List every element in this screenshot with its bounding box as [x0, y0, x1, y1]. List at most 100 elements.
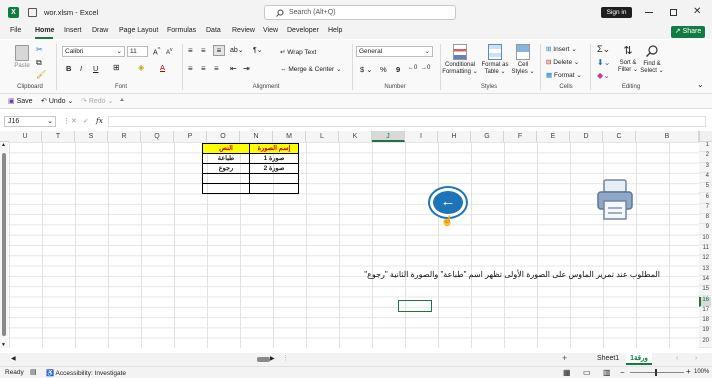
tab-waraqa1[interactable]: ورقة1	[626, 353, 652, 365]
font-name-select[interactable]: Calibri ⌄	[62, 46, 125, 57]
column-header-m[interactable]: M	[273, 131, 306, 142]
row-header-19[interactable]: 19	[699, 327, 711, 338]
tab-split-handle[interactable]: ⋮	[282, 354, 289, 362]
zoom-level[interactable]: 100%	[694, 369, 709, 375]
zoom-out-icon[interactable]: −	[620, 368, 625, 377]
instruction-text[interactable]: المطلوب عند تمرير الماوس على الصورة الأو…	[350, 270, 660, 279]
row-header-4[interactable]: 4	[699, 172, 711, 184]
worksheet-grid[interactable]: UTSRQPONMLKJIHGFEDCB 1 2 3 4 5 6 7 8 9 10 11 12 13 14…	[0, 131, 712, 353]
comma-button[interactable]: 9	[396, 65, 400, 74]
cell-styles-button[interactable]: Cell Styles ⌄	[511, 44, 535, 75]
vertical-scroll-thumb[interactable]	[2, 153, 6, 336]
menu-formulas[interactable]: Formulas	[167, 27, 196, 34]
column-header-j[interactable]: J	[372, 131, 405, 142]
row-header-1[interactable]: 1	[699, 142, 711, 153]
column-header-t[interactable]: T	[42, 131, 75, 142]
currency-button[interactable]: $ ⌄	[360, 65, 373, 74]
table-cell-empty-3[interactable]	[202, 183, 250, 194]
vertical-scrollbar[interactable]: ▲ ▼	[0, 142, 8, 348]
column-header-n[interactable]: N	[240, 131, 273, 142]
column-header-s[interactable]: S	[75, 131, 108, 142]
borders-icon[interactable]: ⊞	[113, 63, 120, 72]
menu-insert[interactable]: Insert	[64, 27, 82, 34]
decrease-font-icon[interactable]: Av	[166, 47, 173, 56]
redo-button[interactable]: ↷ Redo ⌄	[81, 97, 113, 105]
menu-review[interactable]: Review	[232, 27, 255, 34]
autosave-icon[interactable]	[28, 8, 37, 17]
row-header-16[interactable]: 16	[699, 296, 711, 307]
scroll-down-icon[interactable]: ▼	[1, 342, 6, 348]
tab-next-icon[interactable]: ›	[695, 355, 697, 362]
row-header-20[interactable]: 20	[699, 337, 711, 348]
formula-input[interactable]	[108, 116, 706, 127]
cancel-formula-icon[interactable]: ✕	[71, 117, 77, 125]
column-header-k[interactable]: K	[339, 131, 372, 142]
copy-icon[interactable]: ⧉	[36, 58, 42, 68]
fill-icon[interactable]: ⬇⌄	[597, 58, 610, 67]
undo-button[interactable]: ↶ Undo ⌄	[41, 97, 73, 105]
menu-data[interactable]: Data	[206, 27, 221, 34]
bold-button[interactable]: B	[66, 64, 71, 73]
menu-view[interactable]: View	[263, 27, 278, 34]
tab-prev-icon[interactable]: ‹	[676, 355, 678, 362]
restore-button[interactable]	[670, 9, 677, 16]
accessibility-status[interactable]: ♿ Accessibility: Investigate	[46, 369, 126, 377]
column-header-i[interactable]: I	[405, 131, 438, 142]
zoom-in-icon[interactable]: +	[686, 367, 691, 376]
row-header-7[interactable]: 7	[699, 203, 711, 215]
paste-button[interactable]: Paste	[12, 45, 32, 79]
row-header-9[interactable]: 9	[699, 224, 711, 235]
conditional-formatting-button[interactable]: Conditional Formatting ⌄	[442, 44, 478, 75]
delete-cells-button[interactable]: ⊟ Delete ⌄	[546, 58, 579, 66]
align-middle-icon[interactable]: ≡	[201, 46, 206, 55]
share-button[interactable]: ↗ Share	[671, 26, 705, 38]
increase-indent-icon[interactable]: ⇥	[243, 64, 250, 73]
align-top-icon[interactable]: ≡	[188, 46, 193, 55]
align-left-icon[interactable]: ≡	[188, 64, 193, 73]
customize-qat-icon[interactable]: ⩡	[120, 97, 124, 105]
wrap-text-button[interactable]: ↵ Wrap Text	[280, 48, 316, 56]
scroll-right-icon[interactable]: ▶	[270, 355, 275, 362]
column-header-h[interactable]: H	[438, 131, 471, 142]
percent-button[interactable]: %	[380, 65, 387, 74]
format-as-table-button[interactable]: Format as Table ⌄	[481, 44, 509, 75]
save-button[interactable]: ▣ Save	[8, 97, 33, 105]
row-header-5[interactable]: 5	[699, 183, 711, 194]
underline-button[interactable]: U	[93, 64, 98, 73]
row-header-15[interactable]: 15	[699, 286, 711, 297]
row-header-14[interactable]: 14	[699, 275, 711, 287]
menu-developer[interactable]: Developer	[287, 27, 319, 34]
font-color-icon[interactable]: A	[160, 63, 165, 72]
cut-icon[interactable]: ✂	[36, 45, 43, 54]
printer-image[interactable]	[597, 179, 633, 221]
search-box[interactable]: Search (Alt+Q)	[264, 5, 456, 20]
minimize-button[interactable]	[645, 12, 653, 13]
column-header-e[interactable]: E	[537, 131, 570, 142]
zoom-slider[interactable]	[630, 369, 684, 376]
fill-color-icon[interactable]: ◈	[138, 63, 144, 72]
collapse-ribbon-icon[interactable]: ⌄	[697, 80, 704, 89]
insert-function-icon[interactable]: fx	[96, 116, 103, 125]
menu-file[interactable]: File	[10, 27, 21, 34]
horizontal-scroll-thumb[interactable]	[257, 357, 270, 362]
close-button[interactable]: ✕	[693, 6, 701, 17]
row-header-17[interactable]: 17	[699, 306, 711, 318]
column-header-o[interactable]: O	[207, 131, 240, 142]
increase-decimal-icon[interactable]: ←0	[408, 65, 417, 71]
row-header-11[interactable]: 11	[699, 245, 711, 256]
format-cells-button[interactable]: ▦ Format ⌄	[546, 71, 582, 79]
column-header-f[interactable]: F	[504, 131, 537, 142]
italic-button[interactable]: I	[80, 64, 82, 73]
decrease-decimal-icon[interactable]: →0	[421, 65, 430, 71]
normal-view-icon[interactable]: ▦	[563, 368, 571, 377]
row-header-10[interactable]: 10	[699, 234, 711, 245]
rtl-icon[interactable]: ¶⌄	[253, 46, 263, 54]
column-header-g[interactable]: G	[471, 131, 504, 142]
column-header-q[interactable]: Q	[141, 131, 174, 142]
column-header-l[interactable]: L	[306, 131, 339, 142]
column-header-b[interactable]: B	[636, 131, 699, 142]
name-box[interactable]: J16 ⌄	[4, 116, 56, 127]
tab-sheet1[interactable]: Sheet1	[597, 355, 619, 362]
number-format-select[interactable]: General ⌄	[356, 46, 433, 57]
increase-font-icon[interactable]: A^	[153, 47, 160, 56]
